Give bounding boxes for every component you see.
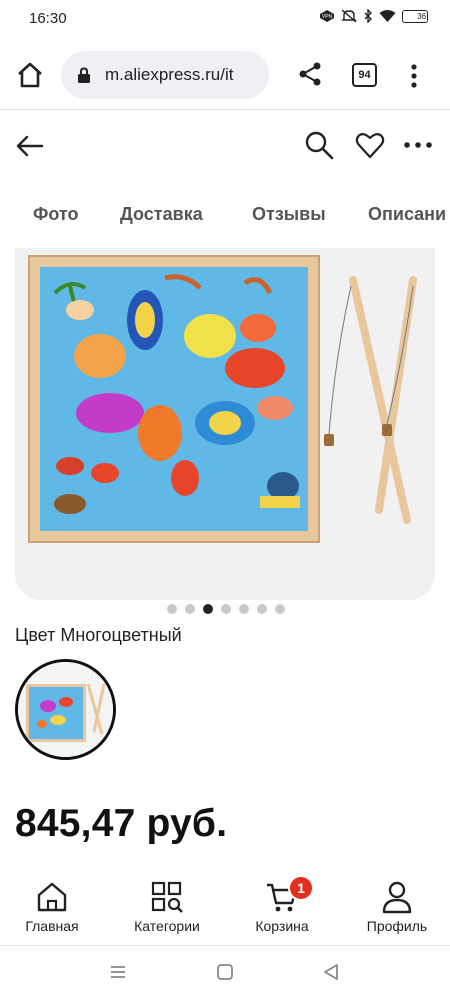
nav-home[interactable]: Главная xyxy=(2,880,102,940)
profile-icon xyxy=(382,881,412,914)
home-icon[interactable] xyxy=(14,59,46,91)
heart-icon[interactable] xyxy=(355,130,385,160)
product-image xyxy=(28,255,417,543)
tab-reviews[interactable]: Отзывы xyxy=(252,204,326,225)
nav-cart-label: Корзина xyxy=(255,918,309,934)
home-icon xyxy=(37,882,67,912)
mute-icon xyxy=(341,9,357,23)
product-gallery[interactable] xyxy=(15,248,435,600)
more-options-icon[interactable] xyxy=(402,132,434,158)
color-swatch[interactable] xyxy=(15,659,116,760)
bluetooth-icon xyxy=(364,9,372,23)
tab-description[interactable]: Описани xyxy=(368,204,446,225)
nav-categories[interactable]: Категории xyxy=(117,880,217,940)
nav-cart[interactable]: 1 Корзина xyxy=(232,875,332,940)
nav-categories-label: Категории xyxy=(134,918,200,934)
home-square-icon[interactable] xyxy=(216,963,234,981)
tab-switcher-button[interactable]: 94 xyxy=(352,63,377,87)
system-navigation xyxy=(0,947,450,1000)
battery-level: 36 xyxy=(417,11,427,21)
back-triangle-icon[interactable] xyxy=(322,963,340,981)
product-price: 845,47 руб. xyxy=(15,802,228,845)
wifi-icon xyxy=(379,10,396,22)
gallery-dot[interactable] xyxy=(275,604,285,614)
browser-menu-icon[interactable] xyxy=(404,62,424,90)
nav-profile-label: Профиль xyxy=(366,918,428,934)
svg-text:VPN: VPN xyxy=(322,14,333,20)
bottom-navigation: Главная Категории 1 Корзина Профиль xyxy=(0,870,450,946)
tab-delivery[interactable]: Доставка xyxy=(120,204,203,225)
status-time: 16:30 xyxy=(29,10,67,27)
gallery-dot[interactable] xyxy=(185,604,195,614)
gallery-dot[interactable] xyxy=(257,604,267,614)
vpn-icon: VPN xyxy=(320,10,334,22)
recent-apps-icon[interactable] xyxy=(109,963,127,981)
back-arrow-icon[interactable] xyxy=(14,130,46,162)
cart-badge: 1 xyxy=(288,875,314,901)
gallery-dot[interactable] xyxy=(167,604,177,614)
categories-icon xyxy=(151,881,183,913)
gallery-pagination xyxy=(0,604,450,616)
product-tabs: Фото Доставка Отзывы Описани xyxy=(0,196,450,236)
gallery-dot[interactable] xyxy=(239,604,249,614)
status-bar: 16:30 VPN 36 xyxy=(0,0,450,40)
share-icon[interactable] xyxy=(296,60,324,88)
gallery-dot[interactable] xyxy=(203,604,213,614)
tab-photo[interactable]: Фото xyxy=(33,204,78,225)
color-label: Цвет Многоцветный xyxy=(15,625,182,645)
url-text[interactable]: m.aliexpress.ru/it xyxy=(105,65,233,85)
browser-toolbar: m.aliexpress.ru/it 94 xyxy=(0,40,450,110)
address-bar[interactable]: m.aliexpress.ru/it xyxy=(61,51,269,99)
swatch-image xyxy=(18,662,113,757)
nav-home-label: Главная xyxy=(25,918,79,934)
gallery-dot[interactable] xyxy=(221,604,231,614)
battery-icon: 36 xyxy=(402,9,428,23)
nav-profile[interactable]: Профиль xyxy=(347,880,447,940)
status-icons: VPN 36 xyxy=(319,9,428,23)
lock-icon xyxy=(78,67,90,83)
search-icon[interactable] xyxy=(304,130,334,160)
